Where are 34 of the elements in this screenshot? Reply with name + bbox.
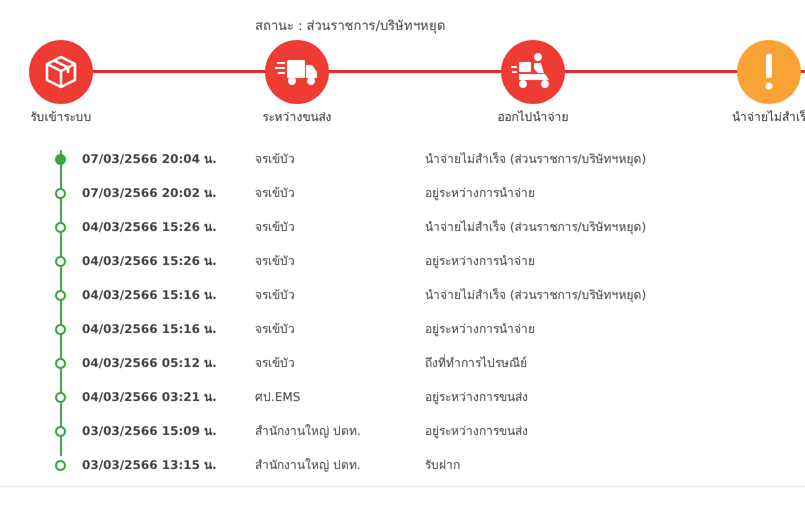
event-datetime: 07/03/2566 20:04 น. (82, 151, 218, 168)
event-location: จรเข้บัว (255, 355, 296, 372)
step-label: ระหว่างขนส่ง (262, 109, 332, 126)
event-datetime: 04/03/2566 03:21 น. (82, 389, 218, 406)
step-label: ออกไปนำจ่าย (498, 109, 568, 126)
event-location: จรเข้บัว (255, 287, 296, 304)
event-status: อยู่ระหว่างการขนส่ง (425, 423, 528, 440)
event-datetime: 04/03/2566 05:12 น. (82, 355, 218, 372)
event-location: จรเข้บัว (255, 321, 296, 338)
event-status: อยู่ระหว่างการนำจ่าย (425, 253, 535, 270)
event-status: อยู่ระหว่างการนำจ่าย (425, 321, 535, 338)
event-datetime: 04/03/2566 15:26 น. (82, 219, 218, 236)
event-datetime: 03/03/2566 13:15 น. (82, 457, 218, 474)
event-status: อยู่ระหว่างการนำจ่าย (425, 185, 535, 202)
event-datetime: 07/03/2566 20:02 น. (82, 185, 218, 202)
event-location: จรเข้บัว (255, 185, 296, 202)
event-location: สำนักงานใหญ่ ปตท. (255, 423, 362, 440)
event-location: ศป.EMS (255, 389, 302, 406)
event-status: นำจ่ายไม่สำเร็จ (ส่วนราชการ/บริษัทฯหยุด) (425, 150, 646, 168)
event-location: จรเข้บัว (255, 219, 296, 236)
event-location: จรเข้บัว (255, 253, 296, 270)
event-status: ถึงที่ทำการไปรษณีย์ (425, 354, 527, 372)
event-location: สำนักงานใหญ่ ปตท. (255, 457, 362, 474)
event-location: จรเข้บัว (255, 151, 296, 168)
event-datetime: 04/03/2566 15:26 น. (82, 253, 218, 270)
event-datetime: 03/03/2566 15:09 น. (82, 423, 218, 440)
event-status: อยู่ระหว่างการขนส่ง (425, 389, 528, 406)
status-text: สถานะ : ส่วนราชการ/บริษัทฯหยุด (255, 19, 446, 34)
event-datetime: 04/03/2566 15:16 น. (82, 321, 218, 338)
event-status: นำจ่ายไม่สำเร็จ (ส่วนราชการ/บริษัทฯหยุด) (425, 218, 646, 236)
step-label: รับเข้าระบบ (30, 109, 92, 126)
event-status: รับฝาก (425, 457, 460, 474)
event-status: นำจ่ายไม่สำเร็จ (ส่วนราชการ/บริษัทฯหยุด) (425, 286, 646, 304)
event-datetime: 04/03/2566 15:16 น. (82, 287, 218, 304)
